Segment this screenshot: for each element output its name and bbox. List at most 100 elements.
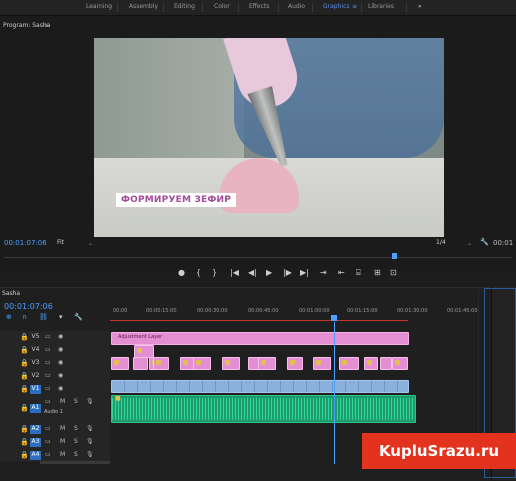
eye-icon[interactable]: ◉	[58, 359, 63, 366]
microphone-icon[interactable]: 🎙	[86, 398, 94, 405]
solo-button[interactable]: S	[74, 398, 78, 405]
wrench-icon[interactable]: 🔧	[480, 238, 489, 246]
microphone-icon[interactable]: 🎙	[86, 438, 94, 445]
microphone-icon[interactable]: 🎙	[86, 451, 94, 458]
track-label[interactable]: A2	[30, 425, 41, 434]
mute-button[interactable]: M	[60, 451, 65, 458]
sync-lock-icon[interactable]: ▭	[45, 385, 51, 392]
timeline-sequence-tab[interactable]: Sasha	[2, 290, 20, 297]
nest-sequence-icon[interactable]: ⊕	[6, 313, 12, 321]
track-label[interactable]: A3	[30, 438, 41, 447]
workspace-tab-editing[interactable]: Editing	[174, 3, 195, 10]
sync-lock-icon[interactable]: ▭	[45, 451, 51, 458]
monitor-time-ruler[interactable]	[4, 257, 512, 266]
playhead-timecode[interactable]: 00:01:07:06	[4, 239, 47, 247]
sync-lock-icon[interactable]: ▭	[45, 438, 51, 445]
solo-button[interactable]: S	[74, 451, 78, 458]
program-video-frame[interactable]: ФОРМИРУЕМ ЗЕФИР	[94, 38, 444, 237]
go-to-in-button[interactable]: |◀	[230, 268, 239, 277]
lock-icon[interactable]: 🔒	[20, 404, 29, 412]
snap-icon[interactable]: ∩	[22, 313, 27, 321]
adjustment-layer-clip[interactable]: Adjustment Layer	[111, 332, 409, 345]
graphic-clip[interactable]	[380, 357, 392, 370]
playback-resolution-select[interactable]: 1/4	[436, 239, 446, 246]
workspace-tab-audio[interactable]: Audio	[288, 3, 305, 10]
track-label[interactable]: V3	[30, 359, 41, 368]
graphic-clip[interactable]	[133, 357, 148, 370]
workspace-overflow-icon[interactable]: »	[418, 3, 422, 10]
export-frame-button[interactable]: ⌸	[356, 268, 361, 278]
track-label[interactable]: V4	[30, 346, 41, 355]
video-caption-title[interactable]: ФОРМИРУЕМ ЗЕФИР	[116, 193, 237, 207]
graphic-clip[interactable]	[193, 357, 211, 370]
mute-button[interactable]: M	[60, 425, 65, 432]
graphic-clip[interactable]	[364, 357, 378, 370]
sync-lock-icon[interactable]: ▭	[45, 372, 51, 379]
wrench-icon[interactable]: 🔧	[74, 313, 83, 321]
track-label[interactable]: V1	[30, 385, 41, 394]
play-button[interactable]: ▶	[266, 268, 272, 277]
chevron-down-icon[interactable]: ⌄	[467, 240, 472, 247]
mark-out-button[interactable]: }	[212, 268, 217, 277]
add-marker-icon[interactable]: ▾	[59, 313, 63, 321]
graphic-clip[interactable]	[339, 357, 359, 370]
microphone-icon[interactable]: 🎙	[86, 425, 94, 432]
mute-button[interactable]: M	[60, 398, 65, 405]
graphic-clip[interactable]	[313, 357, 331, 370]
eye-icon[interactable]: ◉	[58, 385, 63, 392]
lock-icon[interactable]: 🔒	[20, 385, 29, 393]
track-label[interactable]: A1	[30, 404, 41, 413]
workspace-tab-color[interactable]: Color	[214, 3, 230, 10]
timeline-playhead[interactable]	[334, 322, 335, 464]
timeline-playhead-handle[interactable]	[331, 315, 337, 321]
graphic-clip[interactable]	[258, 357, 276, 370]
eye-icon[interactable]: ◉	[58, 372, 63, 379]
track-label[interactable]: V5	[30, 333, 41, 342]
sync-lock-icon[interactable]: ▭	[45, 359, 51, 366]
workspace-tab-graphics[interactable]: Graphics	[323, 3, 350, 10]
workspace-menu-icon[interactable]: ≡	[352, 3, 357, 10]
lock-icon[interactable]: 🔒	[20, 372, 29, 380]
workspace-tab-learning[interactable]: Learning	[86, 3, 112, 10]
solo-button[interactable]: S	[74, 425, 78, 432]
lock-icon[interactable]: 🔒	[20, 333, 29, 341]
eye-icon[interactable]: ◉	[58, 346, 63, 353]
sync-lock-icon[interactable]: ▭	[45, 333, 51, 340]
insert-button[interactable]: ⇥	[320, 268, 327, 277]
lock-icon[interactable]: 🔒	[20, 359, 29, 367]
lock-icon[interactable]: 🔒	[20, 425, 29, 433]
workspace-tab-assembly[interactable]: Assembly	[129, 3, 158, 10]
lock-icon[interactable]: 🔒	[20, 451, 29, 459]
lock-icon[interactable]: 🔒	[20, 346, 29, 354]
mute-button[interactable]: M	[60, 438, 65, 445]
panel-menu-icon[interactable]: ≡	[44, 22, 49, 29]
lock-icon[interactable]: 🔒	[20, 438, 29, 446]
mark-in-button[interactable]: {	[196, 268, 201, 277]
graphic-clip[interactable]	[153, 357, 169, 370]
work-area-bar[interactable]	[110, 320, 408, 321]
toggle-proxies-button[interactable]: ⊡	[390, 268, 397, 277]
workspace-tab-libraries[interactable]: Libraries	[368, 3, 394, 10]
monitor-playhead[interactable]	[392, 253, 397, 259]
sync-lock-icon[interactable]: ▭	[45, 346, 51, 353]
video-clip-sequence[interactable]	[111, 380, 409, 393]
linked-selection-icon[interactable]: ⛓	[39, 313, 48, 321]
eye-icon[interactable]: ◉	[58, 333, 63, 340]
zoom-fit-select[interactable]: Fit	[57, 239, 64, 246]
graphic-clip[interactable]	[287, 357, 303, 370]
sync-lock-icon[interactable]: ▭	[45, 398, 51, 405]
timeline-timecode[interactable]: 00:01:07:06	[4, 302, 53, 311]
comparison-view-button[interactable]: ⊞	[374, 268, 381, 277]
track-label[interactable]: V2	[30, 372, 41, 381]
chevron-down-icon[interactable]: ⌄	[88, 240, 96, 247]
add-marker-button[interactable]: ●	[178, 268, 185, 277]
track-label[interactable]: A4	[30, 451, 41, 460]
go-to-out-button[interactable]: ▶|	[300, 268, 309, 277]
graphic-clip[interactable]	[222, 357, 240, 370]
graphic-clip[interactable]	[111, 357, 129, 370]
solo-button[interactable]: S	[74, 438, 78, 445]
step-back-button[interactable]: ◀|	[248, 268, 257, 277]
workspace-tab-effects[interactable]: Effects	[249, 3, 269, 10]
timeline-horizontal-scrollbar[interactable]	[40, 461, 110, 464]
overwrite-button[interactable]: ⇤	[338, 268, 345, 277]
